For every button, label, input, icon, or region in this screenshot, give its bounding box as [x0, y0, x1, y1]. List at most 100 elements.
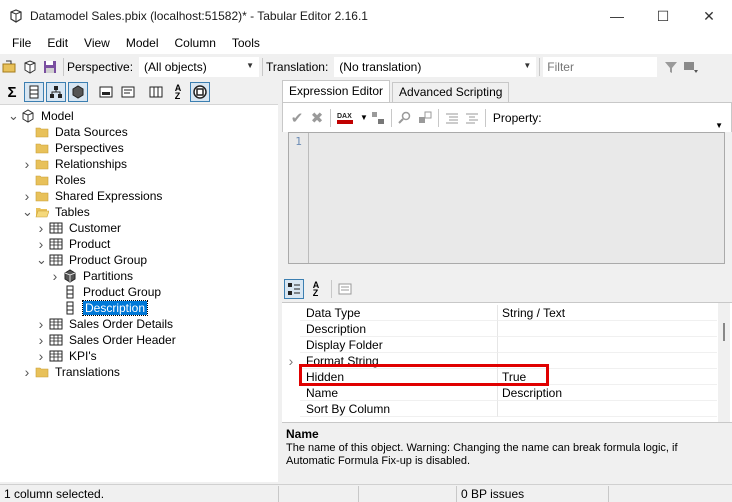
property-description-title: Name [286, 427, 319, 441]
menu-file[interactable]: File [4, 32, 39, 54]
tree-node[interactable]: › Translations [22, 364, 120, 380]
scrollbar-thumb[interactable] [723, 323, 725, 341]
menu-model[interactable]: Model [118, 32, 167, 54]
property-value[interactable]: String / Text [497, 305, 717, 321]
filter-options-icon[interactable] [681, 57, 701, 77]
tree-node[interactable]: Roles [22, 172, 86, 188]
property-value[interactable] [497, 401, 717, 417]
property-grid-scrollbar[interactable] [718, 303, 730, 422]
tree-node[interactable]: › Sales Order Details [36, 316, 173, 332]
folder-icon [35, 157, 49, 171]
sigma-measures-icon[interactable]: Σ [2, 82, 22, 102]
minimize-button[interactable]: — [594, 0, 640, 32]
property-row[interactable]: Sort By Column [282, 401, 732, 417]
uncomment-lines-icon[interactable] [462, 108, 482, 128]
property-pages-icon[interactable] [335, 279, 355, 299]
display-folders-icon[interactable] [146, 82, 166, 102]
show-partitions-icon[interactable] [68, 82, 88, 102]
tree-node[interactable]: Description [50, 300, 149, 316]
menu-tools[interactable]: Tools [224, 32, 268, 54]
show-columns-icon[interactable] [24, 82, 44, 102]
property-value[interactable]: True [497, 369, 717, 385]
toolbar-separator [390, 108, 392, 127]
accept-checkmark-icon[interactable]: ✔ [287, 108, 307, 128]
perspective-dropdown[interactable]: (All objects) ▼ [139, 57, 260, 77]
close-button[interactable]: ✕ [686, 0, 732, 32]
chevron-right-icon[interactable]: › [36, 236, 46, 252]
tree-node[interactable]: ⌄ Model [8, 108, 74, 124]
tree-node[interactable]: › Product [36, 236, 111, 252]
find-magnifier-icon[interactable] [395, 108, 415, 128]
property-value[interactable]: Description [497, 385, 717, 401]
chevron-down-icon[interactable]: ⌄ [22, 205, 33, 218]
chevron-right-icon[interactable]: › [22, 156, 32, 172]
maximize-button[interactable]: ☐ [640, 0, 686, 32]
categorized-view-icon[interactable] [284, 279, 304, 299]
sort-alphabetical-icon[interactable]: AZ [168, 82, 188, 102]
menu-view[interactable]: View [76, 32, 118, 54]
cancel-x-icon[interactable]: ✖ [307, 108, 327, 128]
dax-formatter-icon[interactable]: DAX [334, 108, 360, 128]
chevron-right-icon[interactable]: › [50, 268, 60, 284]
chevron-right-icon[interactable]: › [22, 364, 32, 380]
tree-node[interactable]: Data Sources [22, 124, 128, 140]
menu-edit[interactable]: Edit [39, 32, 76, 54]
perspective-label: Perspective: [67, 60, 134, 74]
property-grid[interactable]: Sort By Column Name Description Hidden True ›… [282, 302, 732, 422]
dependency-icon[interactable] [368, 108, 388, 128]
property-row[interactable]: Description [282, 321, 732, 337]
chevron-down-icon[interactable]: ⌄ [8, 109, 19, 122]
filter-funnel-icon[interactable] [661, 57, 681, 77]
open-model-icon[interactable] [0, 57, 20, 77]
show-all-objects-icon[interactable] [118, 82, 138, 102]
replace-icon[interactable] [415, 108, 435, 128]
show-hidden-icon[interactable] [96, 82, 116, 102]
property-value[interactable] [497, 337, 717, 353]
chevron-down-icon[interactable]: ⌄ [36, 253, 47, 266]
tab-expression-editor[interactable]: Expression Editor [282, 80, 391, 102]
filter-input[interactable] [543, 57, 658, 77]
comment-lines-icon[interactable] [442, 108, 462, 128]
show-hierarchies-icon[interactable] [46, 82, 66, 102]
property-value[interactable] [497, 353, 717, 369]
main-toolbar: Perspective: (All objects) ▼ Translation… [0, 56, 732, 78]
model-tree-view[interactable]: ⌄ Model Data Sources Perspectives › Relations… [0, 104, 278, 482]
tree-node[interactable]: › Partitions [50, 268, 133, 284]
property-row[interactable]: Hidden True [282, 369, 732, 385]
chevron-right-icon[interactable]: › [36, 220, 46, 236]
dax-expression-editor[interactable]: 1 [288, 132, 725, 264]
property-row[interactable]: Data Type String / Text [282, 305, 732, 321]
tree-node[interactable]: › Customer [36, 220, 121, 236]
tree-node[interactable]: › Shared Expressions [22, 188, 163, 204]
chevron-right-icon[interactable]: › [36, 316, 46, 332]
tree-node[interactable]: Perspectives [22, 140, 124, 156]
connect-database-icon[interactable] [20, 57, 40, 77]
chevron-right-icon[interactable]: › [36, 332, 46, 348]
tree-node[interactable]: › Sales Order Header [36, 332, 176, 348]
sort-alphabetical-icon[interactable]: AZ [306, 279, 326, 299]
toolbar-separator [63, 58, 64, 76]
chevron-down-icon[interactable]: ▼ [360, 113, 368, 122]
menu-column[interactable]: Column [167, 32, 224, 54]
tab-advanced-scripting[interactable]: Advanced Scripting [392, 82, 510, 102]
table-icon [49, 253, 63, 267]
chevron-right-icon[interactable]: › [282, 353, 300, 369]
tree-node-label: Tables [55, 205, 90, 219]
show-translations-icon[interactable] [190, 82, 210, 102]
chevron-right-icon[interactable]: › [22, 188, 32, 204]
property-row[interactable]: Name Description [282, 385, 732, 401]
tree-node[interactable]: › KPI's [36, 348, 97, 364]
chevron-right-icon[interactable]: › [36, 348, 46, 364]
tree-node[interactable]: ⌄ Tables [22, 204, 90, 220]
property-dropdown-icon[interactable]: ▼ [715, 121, 723, 130]
property-name: Description [300, 321, 497, 337]
tree-node[interactable]: Product Group [50, 284, 161, 300]
tree-node[interactable]: ⌄ Product Group [36, 252, 147, 268]
property-row[interactable]: Display Folder [282, 337, 732, 353]
save-icon[interactable] [40, 57, 60, 77]
property-value[interactable] [497, 321, 717, 337]
translation-dropdown[interactable]: (No translation) ▼ [334, 57, 537, 77]
status-bp-issues[interactable]: 0 BP issues [457, 485, 609, 502]
tree-node[interactable]: › Relationships [22, 156, 127, 172]
property-row[interactable]: › Format String [282, 353, 732, 369]
